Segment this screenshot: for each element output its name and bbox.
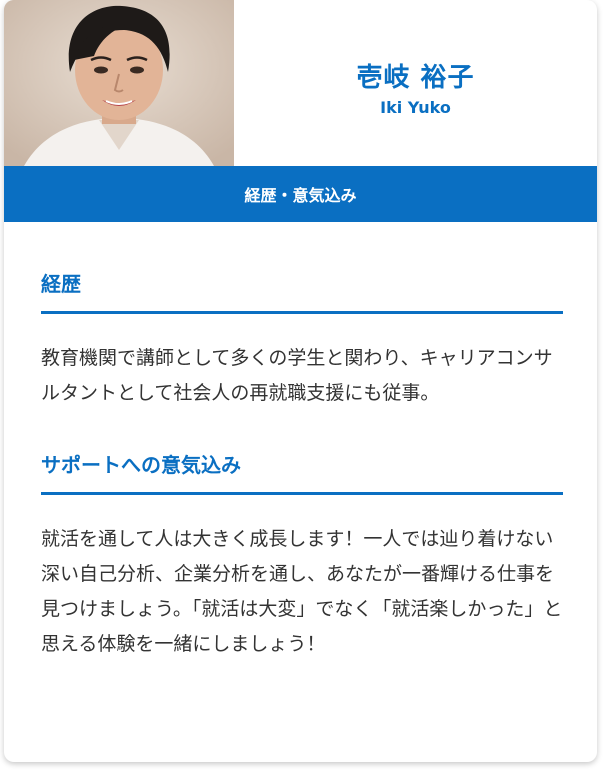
profile-card: 壱岐 裕子 Iki Yuko 経歴・意気込み 経歴 教育機関で講師として多くの学… — [4, 0, 597, 762]
name-block: 壱岐 裕子 Iki Yuko — [234, 0, 597, 166]
profile-content: 経歴 教育機関で講師として多くの学生と関わり、キャリアコンサルタントとして社会人… — [4, 222, 597, 662]
portrait-image — [4, 0, 234, 166]
profile-photo — [4, 0, 234, 166]
career-text: 教育機関で講師として多くの学生と関わり、キャリアコンサルタントとして社会人の再就… — [41, 347, 553, 404]
name-english: Iki Yuko — [380, 98, 451, 117]
career-heading: 経歴 — [41, 222, 563, 314]
name-japanese: 壱岐 裕子 — [356, 63, 475, 93]
banner-label: 経歴・意気込み — [244, 186, 357, 205]
section-banner: 経歴・意気込み — [4, 166, 597, 222]
support-heading: サポートへの意気込み — [41, 411, 563, 495]
profile-header: 壱岐 裕子 Iki Yuko — [4, 0, 597, 166]
support-text: 就活を通して人は大きく成長します！一人では辿り着けない深い自己分析、企業分析を通… — [41, 528, 563, 655]
